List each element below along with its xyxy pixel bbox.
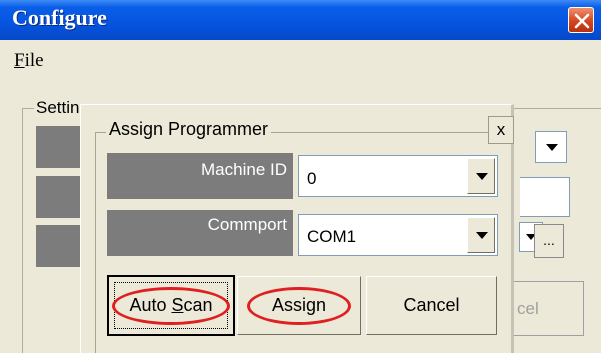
menu-file-label: ile (24, 50, 44, 71)
cancel-button[interactable]: Cancel (366, 276, 497, 335)
menu-bar (0, 40, 601, 78)
menu-file-mnemonic: F (14, 50, 25, 71)
window-title: Configure (12, 5, 107, 30)
chevron-down-icon (546, 144, 558, 151)
settings-cancel-label: cel (517, 299, 539, 318)
chevron-down-icon (476, 173, 488, 180)
settings-cancel-button[interactable]: cel (502, 281, 584, 336)
machine-id-value: 0 (307, 169, 317, 188)
machine-id-dropdown-button[interactable] (467, 158, 495, 194)
menu-file[interactable]: File (14, 50, 44, 72)
commport-value: COM1 (307, 227, 357, 246)
dialog-close-button[interactable]: x (488, 116, 514, 144)
close-icon (574, 13, 590, 29)
machine-id-label: Machine ID (107, 153, 293, 199)
highlight-ring-assign (247, 287, 351, 325)
dialog-title: Assign Programmer (106, 119, 272, 140)
commport-dropdown-button[interactable] (467, 217, 495, 253)
chevron-down-icon (476, 232, 488, 239)
browse-button[interactable]: ... (534, 224, 564, 258)
settings-dropdown-button[interactable] (535, 131, 567, 163)
highlight-ring-auto-scan (112, 287, 230, 325)
settings-text-field[interactable] (520, 177, 570, 217)
commport-label: Commport (107, 210, 293, 256)
commport-select[interactable]: COM1 (298, 214, 498, 256)
window-close-button[interactable] (568, 7, 594, 33)
machine-id-select[interactable]: 0 (298, 155, 498, 197)
